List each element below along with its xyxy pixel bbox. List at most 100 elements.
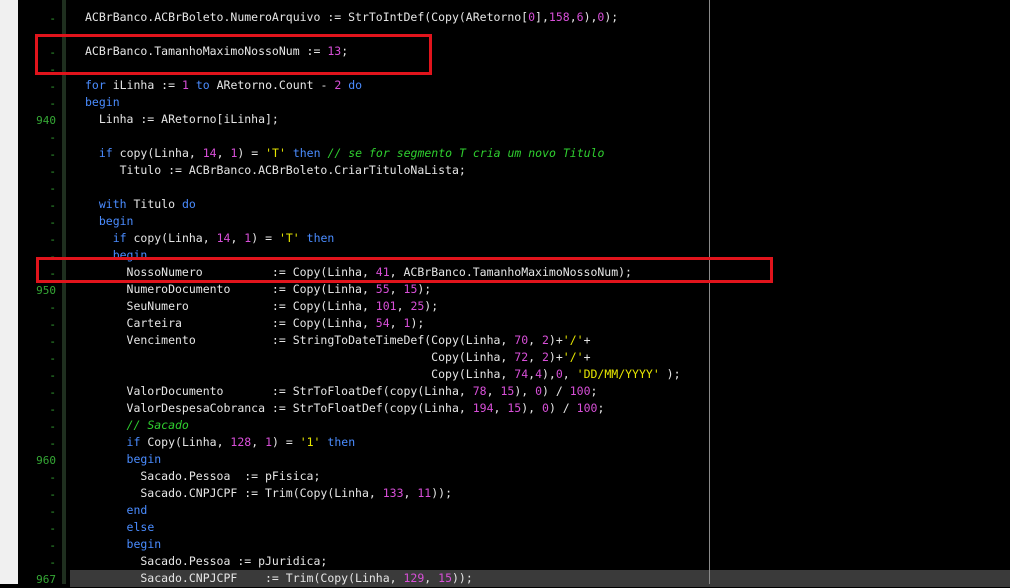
line-number: - (49, 488, 56, 501)
code-line[interactable]: begin (85, 214, 134, 228)
code-line[interactable]: with Titulo do (85, 197, 196, 211)
code-line[interactable]: if Copy(Linha, 128, 1) = '1' then (85, 435, 356, 449)
code-line[interactable]: Copy(Linha, 74,4),0, 'DD/MM/YYYY' ); (85, 367, 681, 381)
code-token: '1' (299, 435, 321, 449)
code-token: ], (535, 10, 549, 24)
code-token: iLinha := (105, 78, 182, 92)
code-token: 0 (555, 367, 563, 381)
code-token: Carteira := Copy(Linha, (85, 316, 376, 330)
code-token: )+ (548, 333, 563, 347)
code-token: ACBrBanco.ACBrBoleto.NumeroArquivo := St… (85, 10, 529, 24)
line-number: - (49, 556, 56, 569)
code-token: 74 (514, 367, 529, 381)
code-token: ; (597, 401, 605, 415)
code-token: 54 (375, 316, 390, 330)
code-line[interactable]: begin (85, 537, 162, 551)
code-line[interactable]: begin (85, 452, 162, 466)
code-token: ); (410, 316, 425, 330)
right-margin-line (709, 0, 710, 584)
code-token: 4 (535, 367, 542, 381)
code-token: begin (85, 95, 120, 109)
code-token: ); (659, 367, 681, 381)
code-token: 1 (181, 78, 189, 92)
code-token: , (396, 299, 411, 313)
code-token: ), (583, 10, 598, 24)
code-token: if (98, 146, 113, 160)
code-token: 0 (535, 384, 543, 398)
code-line[interactable]: Sacado.CNPJCPF := Trim(Copy(Linha, 129, … (85, 571, 472, 585)
code-token: 158 (548, 10, 570, 24)
code-line[interactable]: Sacado.CNPJCPF := Trim(Copy(Linha, 133, … (85, 486, 452, 500)
code-token: 15 (500, 384, 515, 398)
line-number: 967 (36, 573, 56, 586)
line-number: 940 (36, 114, 56, 127)
left-panel-strip (0, 0, 18, 584)
code-token: Copy(Linha, (85, 350, 515, 364)
code-line[interactable]: SeuNumero := Copy(Linha, 101, 25); (85, 299, 439, 313)
code-line[interactable]: for iLinha := 1 to ARetorno.Count - 2 do (85, 78, 362, 92)
line-number: - (49, 352, 56, 365)
code-token: , (389, 316, 404, 330)
code-line[interactable]: Linha := ARetorno[iLinha]; (85, 112, 279, 126)
code-token: ); (604, 10, 619, 24)
code-line[interactable]: ValorDespesaCobranca := StrToFloatDef(co… (85, 401, 605, 415)
line-number: 960 (36, 454, 56, 467)
code-token: Sacado.Pessoa := pJuridica; (85, 554, 328, 568)
code-token: Copy(Linha, (85, 367, 515, 381)
code-line[interactable]: ACBrBanco.ACBrBoleto.NumeroArquivo := St… (85, 10, 618, 24)
line-number: - (49, 386, 56, 399)
code-token: Linha := ARetorno[iLinha]; (85, 112, 279, 126)
code-line[interactable]: end (85, 503, 148, 517)
code-line[interactable]: Titulo := ACBrBanco.ACBrBoleto.CriarTitu… (85, 163, 466, 177)
code-token: 25 (410, 299, 425, 313)
code-token: 'DD/MM/YYYY' (576, 367, 660, 381)
code-token: 1 (265, 435, 272, 449)
code-line[interactable]: NumeroDocumento := Copy(Linha, 55, 15); (85, 282, 432, 296)
code-token: 133 (382, 486, 404, 500)
code-line[interactable]: begin (85, 95, 120, 109)
line-number: - (49, 131, 56, 144)
code-token: 'T' (265, 146, 286, 160)
code-line[interactable]: Carteira := Copy(Linha, 54, 1); (85, 316, 425, 330)
code-token: begin (98, 214, 134, 228)
code-token: 15 (438, 571, 452, 585)
code-token: 2 (541, 350, 549, 364)
code-token: )+ (548, 350, 563, 364)
code-token: 128 (230, 435, 252, 449)
code-token: 78 (472, 384, 487, 398)
line-number: - (49, 437, 56, 450)
code-token: if (112, 231, 127, 245)
code-token: 129 (403, 571, 425, 585)
code-token: , (424, 571, 439, 585)
code-token: 55 (375, 282, 390, 296)
code-token: ValorDespesaCobranca := StrToFloatDef(co… (85, 401, 473, 415)
line-number: - (49, 12, 56, 25)
code-line[interactable]: ValorDocumento := StrToFloatDef(copy(Lin… (85, 384, 598, 398)
code-line[interactable]: // Sacado (85, 418, 189, 432)
code-token: ); (417, 282, 432, 296)
code-token: copy(Linha, (126, 231, 217, 245)
line-number: - (49, 335, 56, 348)
code-line[interactable]: Sacado.Pessoa := pJuridica; (85, 554, 327, 568)
code-token: begin (126, 537, 162, 551)
code-token: )); (431, 486, 452, 500)
highlight-box-tamanho (35, 34, 432, 75)
code-token: ), (521, 401, 543, 415)
code-line[interactable]: Sacado.Pessoa := pFisica; (85, 469, 320, 483)
code-line[interactable]: Vencimento := StringToDateTimeDef(Copy(L… (85, 333, 591, 347)
code-line[interactable]: if copy(Linha, 14, 1) = 'T' then (85, 231, 335, 245)
code-line[interactable]: if copy(Linha, 14, 1) = 'T' then // se f… (85, 146, 605, 160)
code-token: , (230, 231, 245, 245)
line-number: - (49, 182, 56, 195)
code-token: ARetorno.Count - (209, 78, 335, 92)
line-number: - (49, 471, 56, 484)
code-line[interactable]: else (85, 520, 155, 534)
code-token: // Sacado (126, 418, 189, 432)
code-line[interactable]: Copy(Linha, 72, 2)+'/'+ (85, 350, 590, 364)
